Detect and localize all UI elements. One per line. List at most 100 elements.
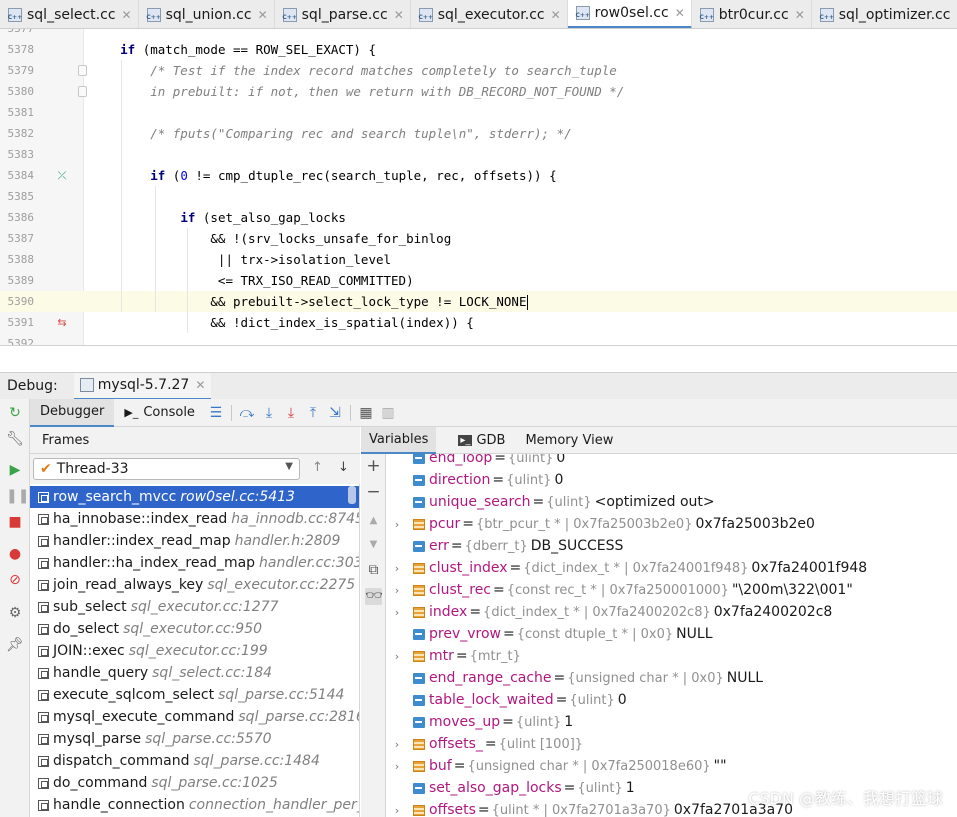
frame-row[interactable]: handler::index_read_map handler.h:2809 <box>30 530 359 552</box>
frame-row[interactable]: handler::ha_index_read_maphandler.cc:303… <box>30 552 359 574</box>
frame-row[interactable]: execute_sqlcom_select sql_parse.cc:5144 <box>30 684 359 706</box>
tab-console[interactable]: ▶_ Console <box>114 399 205 427</box>
file-tab[interactable]: C++sql_optimizer.cc✕ <box>812 0 957 28</box>
tab-variables[interactable]: Variables <box>361 426 437 454</box>
frame-row[interactable]: do_select sql_executor.cc:950 <box>30 618 359 640</box>
add-watch-icon[interactable]: + <box>365 458 382 475</box>
remove-watch-icon[interactable]: − <box>365 484 382 501</box>
variable-row[interactable]: prev_vrow = {const dtuple_t * | 0x0} NULL <box>386 623 957 645</box>
close-icon[interactable]: ✕ <box>122 8 132 22</box>
step-over-icon[interactable]: ⤼ <box>236 405 258 421</box>
file-tab-label: sql_parse.cc <box>301 6 388 23</box>
close-icon[interactable]: ✕ <box>551 8 561 22</box>
step-out-icon[interactable]: ⤒ <box>302 405 324 421</box>
file-tab[interactable]: C++ row0sel.cc ✕ <box>567 0 692 28</box>
frame-row[interactable]: handle_connection connection_handler_per_… <box>30 794 359 816</box>
variable-row[interactable]: moves_up = {ulint} 1 <box>386 711 957 733</box>
file-tab[interactable]: C++ sql_union.cc ✕ <box>139 0 275 28</box>
fold-icon[interactable] <box>78 86 87 97</box>
variable-name: err <box>429 538 449 554</box>
frame-row[interactable]: sub_select sql_executor.cc:1277 <box>30 596 359 618</box>
variable-row[interactable]: › clust_rec = {const rec_t * | 0x7fa2500010… <box>386 579 957 601</box>
variable-row[interactable]: end_loop = {ulint} 0 <box>386 454 957 469</box>
fold-icon[interactable] <box>78 65 87 76</box>
recursion-marker-icon[interactable]: ⇆ <box>55 312 69 333</box>
close-icon[interactable]: ✕ <box>675 6 685 20</box>
variable-row[interactable]: › index = {dict_index_t * | 0x7fa2400202c8}… <box>386 601 957 623</box>
frames-list[interactable]: row_search_mvcc row0sel.cc:5413 ha_innobas… <box>30 484 360 817</box>
rerun-icon[interactable]: ↻ <box>6 404 24 422</box>
stack-frame-icon <box>38 689 49 701</box>
evaluate-expression-icon[interactable]: ▦ <box>355 405 377 421</box>
file-tab[interactable]: C++ sql_executor.cc ✕ <box>411 0 568 28</box>
pause-icon[interactable]: ❚❚ <box>6 487 29 505</box>
expand-arrow-icon[interactable]: › <box>390 804 404 817</box>
move-down-icon[interactable]: ▼ <box>365 536 382 553</box>
expand-arrow-icon[interactable]: › <box>390 606 404 619</box>
variable-row[interactable]: › clust_index = {dict_index_t * | 0x7fa2400… <box>386 557 957 579</box>
variable-row[interactable]: direction = {ulint} 0 <box>386 469 957 491</box>
frame-row[interactable]: handle_query sql_select.cc:184 <box>30 662 359 684</box>
variable-name: table_lock_waited <box>429 692 554 708</box>
mute-breakpoints-icon[interactable]: ⊘ <box>6 571 24 589</box>
force-step-into-icon[interactable]: ⤓ <box>280 405 302 421</box>
variables-header: Variables ▸_ GDB Memory View <box>361 426 957 454</box>
debug-session-tab[interactable]: mysql-5.7.27 ✕ <box>73 372 212 400</box>
frame-row[interactable]: ha_innobase::index_read ha_innodb.cc:8745 <box>30 508 359 530</box>
wrench-icon[interactable]: 🔧︎ <box>6 430 24 448</box>
tab-gdb[interactable]: ▸_ GDB <box>450 427 513 454</box>
variable-row[interactable]: table_lock_waited = {ulint} 0 <box>386 689 957 711</box>
view-breakpoints-icon[interactable]: ● <box>6 545 24 563</box>
close-icon[interactable]: ✕ <box>795 8 805 22</box>
file-tab[interactable]: C++ sql_parse.cc ✕ <box>275 0 411 28</box>
variable-row[interactable]: › offsets_ = {ulint [100]} <box>386 733 957 755</box>
file-tab[interactable]: C++ sql_select.cc ✕ <box>0 0 139 28</box>
code-editor[interactable]: 53775378 if (match_mode == ROW_SEL_EXACT… <box>0 29 957 346</box>
glasses-icon[interactable]: 👓︎ <box>365 588 383 605</box>
thread-dropdown[interactable]: ✔ Thread-33 ▼ <box>33 458 300 480</box>
frame-row[interactable]: do_command sql_parse.cc:1025 <box>30 772 359 794</box>
copy-icon[interactable]: ⧉ <box>365 562 382 579</box>
run-to-cursor-icon[interactable]: ⇲ <box>324 405 346 421</box>
file-tab[interactable]: C++ btr0cur.cc ✕ <box>692 0 812 28</box>
frame-row[interactable]: join_read_always_key sql_executor.cc:2275 <box>30 574 359 596</box>
expand-arrow-icon[interactable]: › <box>390 584 404 597</box>
pin-icon[interactable]: 📌︎ <box>6 636 24 654</box>
expand-arrow-icon[interactable]: › <box>390 738 404 751</box>
tab-memory-view[interactable]: Memory View <box>517 427 621 454</box>
expand-arrow-icon[interactable]: › <box>390 650 404 663</box>
close-icon[interactable]: ✕ <box>195 378 205 392</box>
arrow-up-icon[interactable]: ↑ <box>312 460 323 475</box>
frames-scrollbar[interactable] <box>348 486 356 504</box>
frame-row[interactable]: row_search_mvcc row0sel.cc:5413 <box>30 486 359 508</box>
resume-icon[interactable]: ▶ <box>6 461 24 479</box>
variable-row[interactable]: › mtr = {mtr_t} <box>386 645 957 667</box>
settings-icon[interactable]: ⚙ <box>6 604 24 622</box>
step-into-icon[interactable]: ⤓ <box>258 405 280 421</box>
expand-arrow-icon[interactable]: › <box>390 518 404 531</box>
frame-row[interactable]: mysql_execute_command sql_parse.cc:2816 <box>30 706 359 728</box>
stack-frame-icon <box>38 645 49 657</box>
variable-row[interactable]: end_range_cache = {unsigned char * | 0x0} N… <box>386 667 957 689</box>
variable-value: NULL <box>726 670 764 686</box>
variable-row[interactable]: › buf = {unsigned char * | 0x7fa250018e60} "… <box>386 755 957 777</box>
tab-debugger[interactable]: Debugger <box>30 398 115 427</box>
variable-row[interactable]: unique_search = {ulint} <optimized out> <box>386 491 957 513</box>
close-icon[interactable]: ✕ <box>258 8 268 22</box>
frame-row[interactable]: dispatch_command sql_parse.cc:1484 <box>30 750 359 772</box>
menu-icon[interactable]: ☰ <box>205 405 227 421</box>
override-marker-icon[interactable]: ⤫ <box>55 165 69 186</box>
move-up-icon[interactable]: ▲ <box>365 512 382 529</box>
close-icon[interactable]: ✕ <box>394 8 404 22</box>
frame-row[interactable]: mysql_parse sql_parse.cc:5570 <box>30 728 359 750</box>
variables-tree[interactable]: end_loop = {ulint} 0 direction = {ulint} 0 uniqu… <box>386 454 957 817</box>
line-number: 5377 <box>0 29 35 39</box>
variable-row[interactable]: › pcur = {btr_pcur_t * | 0x7fa25003b2e0} 0x7… <box>386 513 957 535</box>
frame-row[interactable]: JOIN::exec sql_executor.cc:199 <box>30 640 359 662</box>
variable-row[interactable]: err = {dberr_t} DB_SUCCESS <box>386 535 957 557</box>
trace-icon[interactable]: ▥ <box>377 405 399 421</box>
arrow-down-icon[interactable]: ↓ <box>338 460 349 475</box>
expand-arrow-icon[interactable]: › <box>390 562 404 575</box>
expand-arrow-icon[interactable]: › <box>390 760 404 773</box>
stop-icon[interactable]: ■ <box>6 513 24 531</box>
